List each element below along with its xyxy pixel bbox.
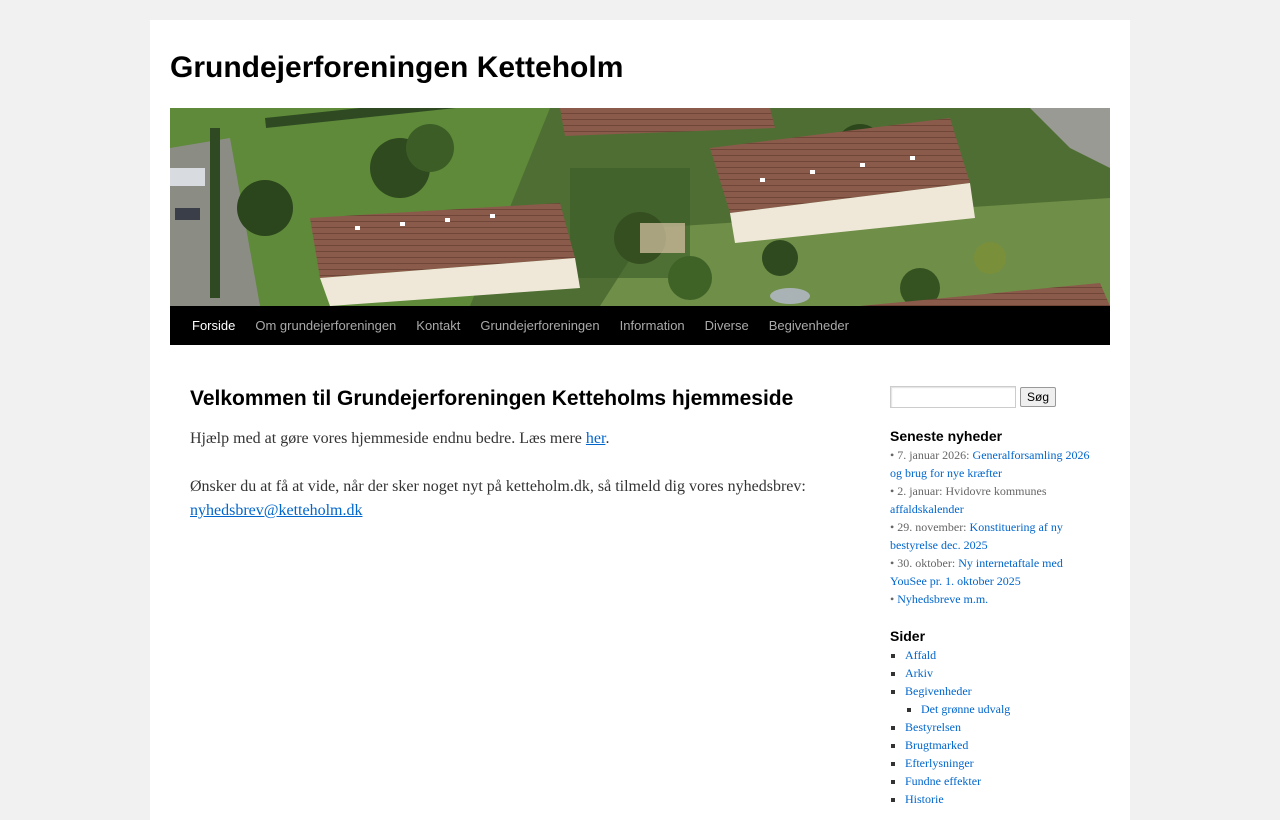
news-link[interactable]: Nyhedsbreve m.m. [897,592,988,606]
page-item-arkiv: Arkiv [905,664,1090,682]
subpages-list: Det grønne udvalg [905,700,1090,718]
page-item-historie: Historie [905,790,1090,808]
news-date: • 29. november: [890,520,970,534]
intro-end: . [605,430,610,447]
intro-text: Hjælp med at gøre vores hjemmeside endnu… [190,430,586,447]
page-link-det-groenne-udvalg[interactable]: Det grønne udvalg [921,702,1010,716]
page-wrapper: Grundejerforeningen Ketteholm Forside Om… [150,20,1130,820]
page-item-affald: Affald [905,646,1090,664]
page-item-det-groenne-udvalg: Det grønne udvalg [921,700,1090,718]
main-content: Velkommen til Grundejerforeningen Ketteh… [190,385,830,523]
main-navigation: Forside Om grundejerforeningen Kontakt G… [170,306,1110,345]
pages-list: Affald Arkiv Begivenheder Det grønne udv… [890,646,1090,808]
page-heading: Velkommen til Grundejerforeningen Ketteh… [190,387,794,410]
site-title[interactable]: Grundejerforeningen Ketteholm [170,48,623,88]
search-button[interactable]: Søg [1020,387,1057,407]
page-link-arkiv[interactable]: Arkiv [905,666,933,680]
page-link-fundne-effekter[interactable]: Fundne effekter [905,774,981,788]
nav-item-diverse[interactable]: Diverse [695,306,759,345]
recent-news-title: Seneste nyheder [890,428,1003,444]
newsletter-paragraph: Ønsker du at få at vide, når der sker no… [190,475,830,523]
search-input[interactable] [890,386,1016,408]
page-link-brugtmarked[interactable]: Brugtmarked [905,738,968,752]
news-date: • 30. oktober: [890,556,959,570]
news-item: • 2. januar: Hvidovre kommunes affaldska… [890,482,1090,518]
news-item: • 30. oktober: Ny internetaftale med You… [890,554,1090,590]
nav-item-begivenheder[interactable]: Begivenheder [759,306,859,345]
page-link-historie[interactable]: Historie [905,792,944,806]
page-link-bestyrelsen[interactable]: Bestyrelsen [905,720,961,734]
nav-item-information[interactable]: Information [610,306,695,345]
news-date: • 7. januar 2026: [890,448,973,462]
read-more-link[interactable]: her [586,430,606,447]
page-item-bestyrelsen: Bestyrelsen [905,718,1090,736]
news-item: • 29. november: Konstituering af ny best… [890,518,1090,554]
page-item-brugtmarked: Brugtmarked [905,736,1090,754]
nav-item-om-grundejerforeningen[interactable]: Om grundejerforeningen [245,306,406,345]
recent-news-list: • 7. januar 2026: Generalforsamling 2026… [890,446,1090,608]
news-link[interactable]: affaldskalender [890,502,964,516]
nav-item-grundejerforeningen[interactable]: Grundejerforeningen [470,306,609,345]
page-link-efterlysninger[interactable]: Efterlysninger [905,756,974,770]
news-date: • 2. januar: Hvidovre kommunes [890,484,1047,498]
nav-item-kontakt[interactable]: Kontakt [406,306,470,345]
page-item-fundne-effekter: Fundne effekter [905,772,1090,790]
page-link-affald[interactable]: Affald [905,648,936,662]
page-item-begivenheder: Begivenheder Det grønne udvalg [905,682,1090,718]
nav-item-forside[interactable]: Forside [182,306,245,345]
news-item: • 7. januar 2026: Generalforsamling 2026… [890,446,1090,482]
newsletter-text: Ønsker du at få at vide, når der sker no… [190,478,806,495]
news-item: • Nyhedsbreve m.m. [890,590,1090,608]
sidebar: Søg Seneste nyheder • 7. januar 2026: Ge… [890,385,1090,808]
pages-title: Sider [890,628,926,644]
header-image [170,108,1110,306]
page-link-begivenheder[interactable]: Begivenheder [905,684,972,698]
intro-paragraph: Hjælp med at gøre vores hjemmeside endnu… [190,427,830,451]
newsletter-email-link[interactable]: nyhedsbrev@ketteholm.dk [190,502,362,519]
page-item-efterlysninger: Efterlysninger [905,754,1090,772]
search-form: Søg [890,385,1090,409]
